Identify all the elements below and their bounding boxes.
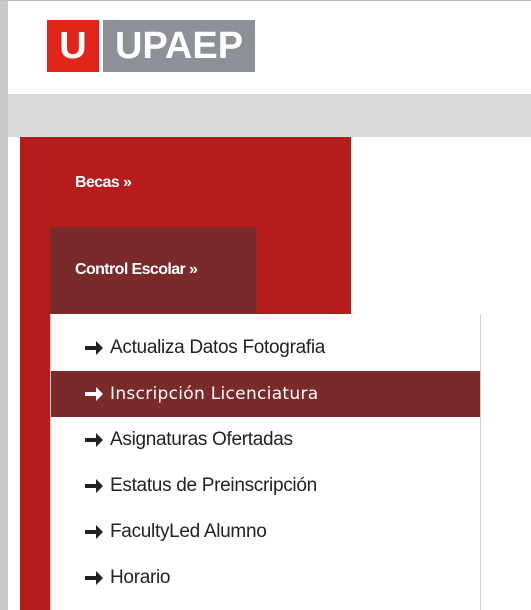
menu-item-inscripcion-licenciatura[interactable]: Inscripción Licenciatura <box>51 371 480 417</box>
menu-item-estatus-preinscripcion[interactable]: Estatus de Preinscripción <box>51 463 480 509</box>
right-arrow-icon <box>85 571 103 585</box>
top-bar <box>8 94 531 137</box>
menu-item-label: Actualiza Datos Fotografia <box>110 337 326 358</box>
menu-item-asignaturas-ofertadas[interactable]: Asignaturas Ofertadas <box>51 417 480 463</box>
right-arrow-icon <box>85 479 103 493</box>
upaep-logo[interactable]: U UPAEP <box>47 20 255 72</box>
right-arrow-icon <box>85 525 103 539</box>
control-escolar-dropdown: Actualiza Datos Fotografia Inscripción L… <box>50 314 481 610</box>
sidebar-item-control-escolar[interactable]: Control Escolar » <box>75 261 198 279</box>
menu-item-label: Estatus de Preinscripción <box>110 475 317 496</box>
sidebar-item-becas[interactable]: Becas » <box>75 174 132 192</box>
menu-item-label: Horario <box>110 567 171 588</box>
right-arrow-icon <box>85 433 103 447</box>
logo-letter: U <box>47 20 99 72</box>
menu-item-actualiza-datos[interactable]: Actualiza Datos Fotografia <box>51 325 480 371</box>
right-arrow-icon <box>85 341 103 355</box>
right-arrow-icon <box>85 387 103 401</box>
menu-item-facultyled-alumno[interactable]: FacultyLed Alumno <box>51 509 480 555</box>
menu-item-label: Inscripción Licenciatura <box>110 384 319 404</box>
logo-word: UPAEP <box>103 20 255 72</box>
menu-item-label: FacultyLed Alumno <box>110 521 267 542</box>
menu-item-horario[interactable]: Horario <box>51 555 480 601</box>
menu-item-label: Asignaturas Ofertadas <box>110 429 293 450</box>
